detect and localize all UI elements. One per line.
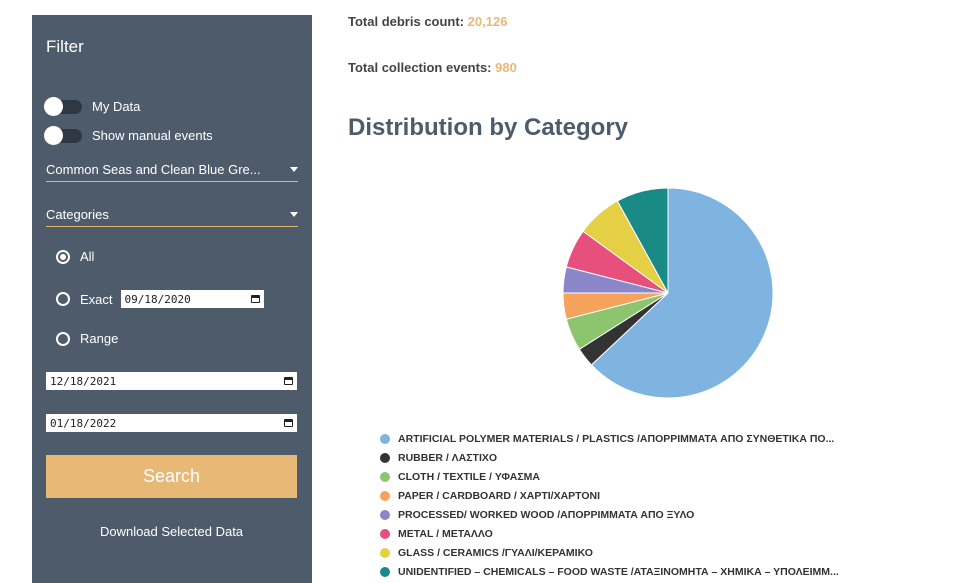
collection-events-label: Total collection events: [348,60,492,75]
legend-dot-icon [380,547,390,558]
legend-dot-icon [380,509,390,520]
radio-range-label: Range [80,331,119,346]
legend-label: RUBBER / ΛΑΣΤΙΧΟ [398,451,498,464]
my-data-toggle[interactable] [44,96,82,116]
exact-date-input[interactable]: 09/18/2020 [120,290,264,308]
legend-label: PAPER / CARDBOARD / ΧΑΡΤΙ/ΧΑΡΤΟΝΙ [398,489,601,502]
radio-exact-circle[interactable] [56,292,70,306]
filter-title: Filter [46,37,84,56]
range-from-value: 12/18/2021 [50,374,117,388]
toggle-knob [44,96,63,116]
categories-select-value: Categories [46,206,109,222]
radio-exact-label: Exact [80,291,113,307]
radio-exact[interactable]: Exact 09/18/2020 [56,290,264,308]
legend-label: METAL / ΜΕΤΑΛΛΟ [398,527,493,540]
toggle-knob [44,125,63,145]
radio-all[interactable]: All [56,249,94,264]
legend-label: CLOTH / TEXTILE / ΥΦΑΣΜΑ [398,470,540,483]
range-from-input[interactable]: 12/18/2021 [46,372,297,390]
legend-item-4[interactable]: PROCESSED/ WORKED WOOD /ΑΠΟΡΡΙΜΜΑΤΑ ΑΠΟ … [380,505,839,524]
download-link[interactable]: Download Selected Data [46,524,297,539]
legend-label: PROCESSED/ WORKED WOOD /ΑΠΟΡΡΙΜΜΑΤΑ ΑΠΟ … [398,508,695,521]
legend-dot-icon [380,471,390,482]
project-select[interactable]: Common Seas and Clean Blue Gre... [46,157,298,182]
chevron-down-icon [290,211,298,217]
debris-count-label: Total debris count: [348,14,465,29]
chart-legend: ARTIFICIAL POLYMER MATERIALS / PLASTICS … [380,429,839,581]
radio-all-circle[interactable] [56,249,70,264]
range-to-value: 01/18/2022 [50,416,117,430]
debris-count-value: 20,126 [467,14,508,29]
legend-label: GLASS / CERAMICS /ΓΥΑΛΙ/ΚΕΡΑΜΙΚΟ [398,546,593,559]
chevron-down-icon [290,166,298,172]
filter-sidebar: Filter My Data Show manual events Common… [32,15,312,583]
categories-select[interactable]: Categories [46,202,298,227]
legend-dot-icon [380,528,390,539]
manual-events-toggle[interactable] [44,125,82,145]
project-select-value: Common Seas and Clean Blue Gre... [46,161,261,177]
category-pie-chart [562,187,774,399]
legend-dot-icon [380,433,390,444]
manual-events-toggle-row[interactable]: Show manual events [44,125,213,145]
collection-events-stat: Total collection events: 980 [348,60,517,75]
page-title: Distribution by Category [348,114,629,141]
legend-item-3[interactable]: PAPER / CARDBOARD / ΧΑΡΤΙ/ΧΑΡΤΟΝΙ [380,486,839,505]
legend-item-5[interactable]: METAL / ΜΕΤΑΛΛΟ [380,524,839,543]
my-data-label: My Data [92,99,141,114]
legend-dot-icon [380,566,390,577]
radio-all-label: All [80,249,95,264]
legend-item-1[interactable]: RUBBER / ΛΑΣΤΙΧΟ [380,448,839,467]
radio-range[interactable]: Range [56,331,118,346]
calendar-icon[interactable] [284,377,293,385]
legend-dot-icon [380,490,390,501]
legend-item-2[interactable]: CLOTH / TEXTILE / ΥΦΑΣΜΑ [380,467,839,486]
my-data-toggle-row[interactable]: My Data [44,96,141,116]
exact-date-value: 09/18/2020 [124,292,191,306]
legend-item-6[interactable]: GLASS / CERAMICS /ΓΥΑΛΙ/ΚΕΡΑΜΙΚΟ [380,543,839,562]
legend-label: ARTIFICIAL POLYMER MATERIALS / PLASTICS … [398,432,835,445]
manual-events-label: Show manual events [92,128,213,143]
debris-count-stat: Total debris count: 20,126 [348,14,507,29]
search-button[interactable]: Search [46,455,297,498]
radio-range-circle[interactable] [56,331,70,346]
calendar-icon[interactable] [250,295,260,303]
legend-label: UNIDENTIFIED – CHEMICALS – FOOD WASTE /Α… [398,565,839,578]
legend-item-0[interactable]: ARTIFICIAL POLYMER MATERIALS / PLASTICS … [380,429,839,448]
legend-dot-icon [380,452,390,463]
range-to-input[interactable]: 01/18/2022 [46,414,297,432]
calendar-icon[interactable] [284,419,293,427]
collection-events-value: 980 [495,60,517,75]
legend-item-7[interactable]: UNIDENTIFIED – CHEMICALS – FOOD WASTE /Α… [380,562,839,581]
